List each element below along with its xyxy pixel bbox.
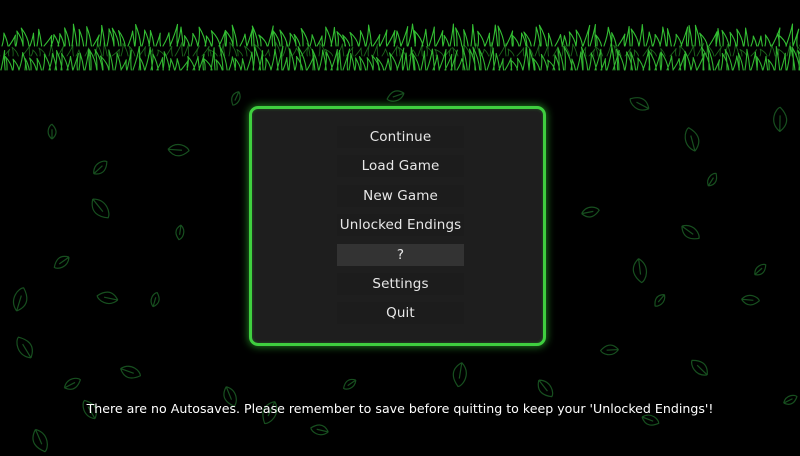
leaf-outline-icon: [707, 172, 718, 187]
question-button[interactable]: ?: [337, 243, 464, 266]
leaf-outline-icon: [654, 294, 666, 307]
leaf-outline-icon: [150, 291, 160, 308]
leaf-outline-icon: [96, 291, 119, 305]
new-game-button[interactable]: New Game: [337, 184, 464, 207]
load-game-button[interactable]: Load Game: [337, 155, 464, 178]
leaf-outline-icon: [684, 127, 700, 152]
leaf-outline-icon: [629, 97, 650, 111]
leaf-outline-icon: [691, 359, 708, 376]
leaf-outline-icon: [599, 344, 619, 356]
leaf-outline-icon: [167, 143, 190, 157]
leaf-outline-icon: [754, 263, 767, 276]
continue-button[interactable]: Continue: [337, 126, 464, 148]
leaf-outline-icon: [91, 198, 110, 219]
leaf-outline-icon: [773, 106, 788, 132]
leaf-outline-icon: [63, 377, 82, 390]
leaf-outline-icon: [16, 336, 33, 359]
leaf-outline-icon: [231, 91, 241, 106]
leaf-outline-icon: [53, 255, 70, 269]
quit-button[interactable]: Quit: [337, 302, 464, 325]
game-scene: Continue Load Game New Game Unlocked End…: [0, 0, 800, 456]
leaf-outline-icon: [741, 294, 760, 306]
leaf-outline-icon: [632, 258, 648, 284]
unlocked-endings-button[interactable]: Unlocked Endings: [337, 214, 464, 237]
leaf-outline-icon: [47, 123, 57, 140]
leaf-outline-icon: [310, 424, 329, 436]
leaf-outline-icon: [93, 160, 108, 175]
leaf-outline-icon: [32, 428, 48, 453]
leaf-outline-icon: [537, 379, 554, 398]
main-menu-list: Continue Load Game New Game Unlocked End…: [337, 126, 464, 332]
leaf-outline-icon: [581, 206, 600, 218]
leaf-outline-icon: [681, 224, 700, 240]
leaf-outline-icon: [342, 378, 357, 390]
leaf-outline-icon: [175, 224, 185, 241]
leaf-outline-icon: [12, 287, 28, 312]
autosave-notice: There are no Autosaves. Please remember …: [86, 401, 714, 416]
leaf-outline-icon: [386, 90, 405, 102]
main-menu-panel: Continue Load Game New Game Unlocked End…: [249, 106, 546, 346]
settings-button[interactable]: Settings: [337, 272, 464, 295]
leaf-outline-icon: [452, 362, 467, 388]
leaf-outline-icon: [120, 365, 141, 379]
